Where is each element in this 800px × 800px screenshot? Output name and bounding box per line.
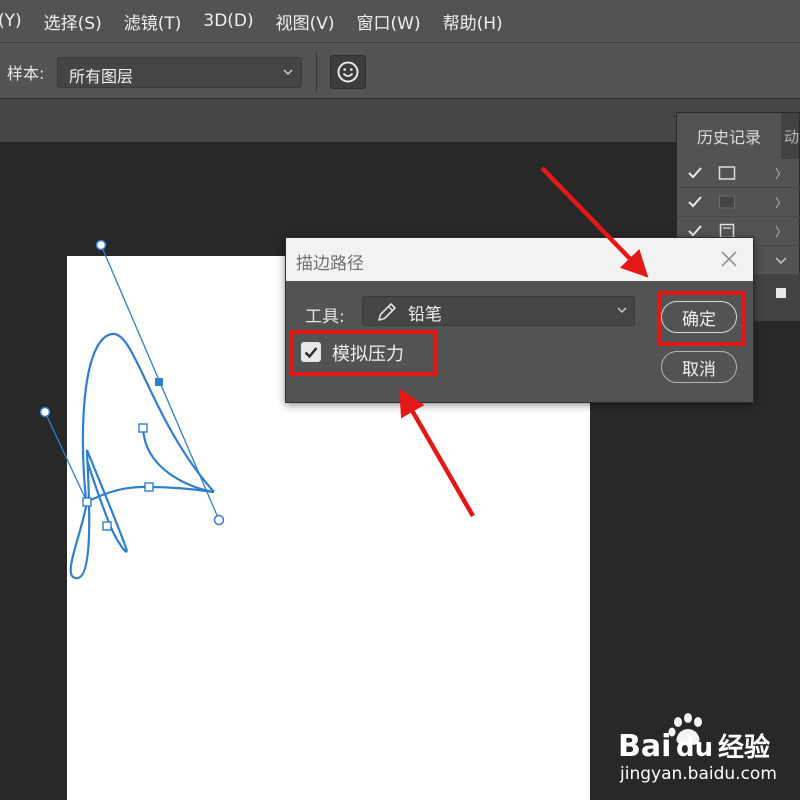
- watermark-url: jingyan.baidu.com: [620, 764, 777, 784]
- highlight-checkbox-box: [289, 330, 438, 376]
- row-expand-icon: 〉: [775, 167, 788, 181]
- layer-icon: [719, 195, 735, 209]
- svg-text:Bai: Bai: [618, 729, 671, 764]
- row-expand-icon: 〉: [775, 225, 788, 239]
- dialog-titlebar[interactable]: 描边路径: [286, 238, 753, 281]
- tool-select[interactable]: 铅笔: [362, 296, 635, 326]
- stop-icon[interactable]: [775, 287, 787, 299]
- history-row[interactable]: 〉: [677, 188, 800, 217]
- check-icon: [688, 167, 702, 179]
- check-icon: [688, 196, 702, 208]
- chevron-down-icon: [775, 257, 787, 264]
- cancel-button[interactable]: 取消: [661, 351, 737, 383]
- rect-icon: [718, 166, 736, 180]
- chevron-down-icon: [617, 307, 627, 313]
- tool-select-value: 铅笔: [408, 305, 442, 325]
- tab-actions[interactable]: 动: [784, 113, 800, 159]
- tool-label: 工具:: [305, 307, 345, 327]
- pencil-icon: [378, 303, 396, 321]
- tab-history[interactable]: 历史记录: [677, 113, 781, 159]
- dialog-title: 描边路径: [296, 254, 364, 274]
- history-panel-tabs: 历史记录 动: [677, 113, 799, 159]
- baidu-paw-logo: Bai du 经验: [618, 713, 770, 764]
- baidu-watermark: Bai du 经验 jingyan.baidu.com: [614, 712, 794, 784]
- svg-text:du: du: [676, 733, 713, 763]
- close-icon[interactable]: [719, 249, 739, 269]
- svg-text:经验: 经验: [718, 732, 770, 763]
- history-row[interactable]: 〉: [677, 159, 800, 188]
- row-expand-icon: 〉: [775, 196, 788, 210]
- highlight-ok-box: [657, 291, 746, 346]
